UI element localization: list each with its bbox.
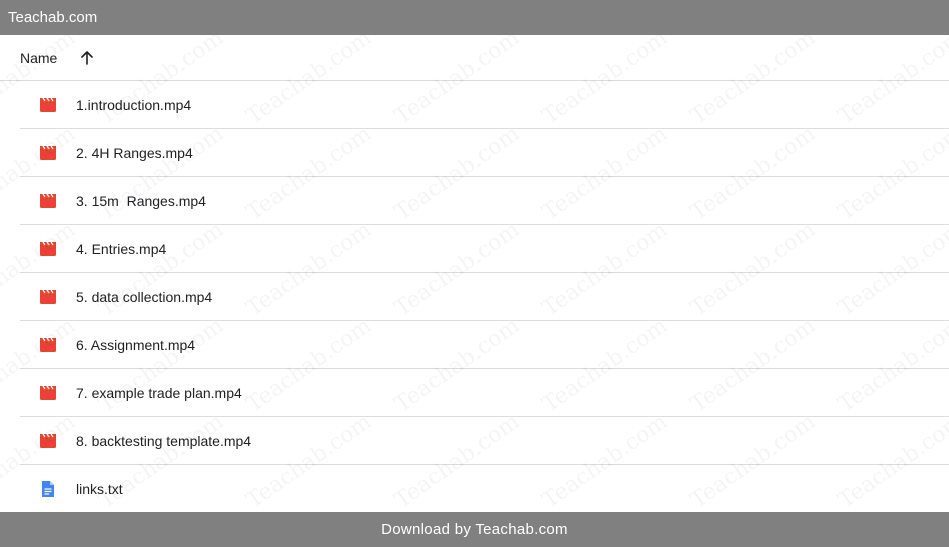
file-name: links.txt — [76, 481, 123, 497]
arrow-up-icon — [81, 50, 94, 65]
file-row[interactable]: 8. backtesting template.mp4 — [20, 417, 949, 465]
footer-bar: Download by Teachab.com — [0, 512, 949, 547]
site-title: Teachab.com — [8, 9, 98, 26]
top-bar: Teachab.com — [0, 0, 949, 35]
video-file-icon — [40, 97, 56, 113]
file-row[interactable]: 4. Entries.mp4 — [20, 225, 949, 273]
video-file-icon — [40, 385, 56, 401]
video-file-icon — [40, 433, 56, 449]
file-rows: 1.introduction.mp4 2. 4H Ranges.mp4 3. 15m… — [0, 81, 949, 512]
file-name: 8. backtesting template.mp4 — [76, 432, 252, 449]
file-row[interactable]: 1.introduction.mp4 — [20, 81, 949, 129]
file-name: 2. 4H Ranges.mp4 — [76, 144, 193, 161]
list-header: Name — [0, 35, 949, 81]
file-name: 7. example trade plan.mp4 — [76, 384, 242, 401]
video-file-icon — [40, 145, 56, 161]
file-name: 6. Assignment.mp4 — [76, 336, 196, 353]
file-name: 3. 15m Ranges.mp4 — [76, 192, 206, 209]
file-row[interactable]: 2. 4H Ranges.mp4 — [20, 129, 949, 177]
file-name: 1.introduction.mp4 — [76, 96, 192, 113]
video-file-icon — [40, 193, 56, 209]
video-file-icon — [40, 241, 56, 257]
video-file-icon — [40, 289, 56, 305]
file-row[interactable]: 5. data collection.mp4 — [20, 273, 949, 321]
file-row[interactable]: 6. Assignment.mp4 — [20, 321, 949, 369]
file-row[interactable]: 7. example trade plan.mp4 — [20, 369, 949, 417]
video-file-icon — [40, 337, 56, 353]
name-column-header[interactable]: Name — [20, 50, 57, 66]
footer-text[interactable]: Download by Teachab.com — [381, 521, 568, 538]
text-document-icon — [40, 481, 56, 497]
file-list: Name 1.introduction.mp4 2. 4H Ranges.mp4 3… — [0, 35, 949, 512]
file-name: 4. Entries.mp4 — [76, 240, 167, 257]
sort-ascending-button[interactable] — [77, 48, 97, 68]
file-name: 5. data collection.mp4 — [76, 288, 213, 305]
file-row[interactable]: links.txt — [20, 465, 949, 512]
file-row[interactable]: 3. 15m Ranges.mp4 — [20, 177, 949, 225]
